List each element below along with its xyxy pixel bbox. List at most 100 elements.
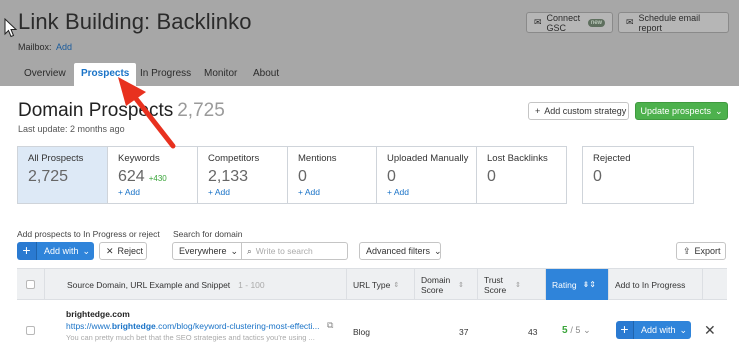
col-add-label: Add to In Progress — [615, 279, 686, 290]
url-rest: .com/blog/keyword-clustering-most-effect… — [155, 321, 320, 331]
col-domain-score[interactable]: Domain Score ⇕ — [415, 269, 478, 300]
card-uploaded-manually[interactable]: Uploaded Manually 0 + Add — [377, 147, 477, 203]
advanced-filters-label: Advanced filters — [366, 246, 431, 256]
app-header: Link Building: Backlinko Mailbox: Add ✉ … — [0, 0, 739, 86]
search-scope-value: Everywhere — [179, 246, 227, 256]
row-checkbox[interactable] — [26, 326, 35, 335]
url-domain: brightedge — [111, 321, 156, 331]
col-trust-score-label: Trust Score — [484, 274, 507, 295]
card-label: Lost Backlinks — [487, 153, 548, 164]
row-domain-score: 37 — [459, 327, 469, 337]
plus-icon: + — [535, 106, 541, 116]
add-with-label: Add with — [44, 246, 79, 256]
card-lost-backlinks[interactable]: Lost Backlinks 0 — [477, 147, 566, 203]
row-domain[interactable]: brightedge.com — [66, 309, 130, 319]
card-delta: +430 — [148, 174, 167, 183]
card-label: Uploaded Manually — [387, 153, 469, 164]
chevron-down-icon: ⌄ — [82, 245, 91, 256]
col-rating[interactable]: Rating ⇟⇕ — [546, 269, 609, 300]
card-competitors[interactable]: Competitors 2,133 + Add — [198, 147, 288, 203]
row-add-with-dropdown[interactable]: Add with ⌄ — [633, 321, 691, 339]
mailbox-label: Mailbox: — [18, 42, 52, 52]
search-input[interactable]: ⌕ Write to search — [242, 242, 348, 260]
tab-overview[interactable]: Overview — [24, 68, 66, 79]
rating-of: / 5 — [570, 325, 581, 335]
card-value: 0 — [487, 168, 496, 185]
chevron-down-icon: ⌄ — [715, 105, 723, 116]
card-value: 0 — [593, 168, 602, 185]
add-with-dropdown[interactable]: Add with ⌄ — [36, 242, 94, 260]
section-title-text: Domain Prospects — [18, 100, 174, 121]
mailbox-line: Mailbox: Add — [18, 42, 72, 52]
add-plus-button[interactable]: + — [17, 242, 36, 260]
col-domain-score-label: Domain Score — [421, 274, 451, 295]
last-update: Last update: 2 months ago — [18, 124, 125, 134]
card-label: All Prospects — [28, 153, 84, 164]
mouse-cursor-icon — [4, 18, 18, 38]
col-url-type-label: URL Type — [353, 279, 391, 290]
plus-icon: + — [22, 242, 31, 258]
sort-icon: ⇕ — [393, 281, 400, 289]
chevron-down-icon: ⌄ — [434, 245, 442, 256]
tab-about[interactable]: About — [253, 68, 279, 79]
card-mentions[interactable]: Mentions 0 + Add — [288, 147, 377, 203]
connect-gsc-label: Connect GSC — [546, 12, 581, 33]
col-url-type[interactable]: URL Type ⇕ — [347, 269, 415, 300]
chevron-down-icon: ⌄ — [230, 245, 239, 256]
reject-row-icon[interactable]: ✕ — [704, 322, 716, 339]
row-trust-score: 43 — [528, 327, 538, 337]
search-placeholder: Write to search — [255, 246, 313, 256]
search-domain-label: Search for domain — [173, 229, 243, 239]
card-value: 2,133 — [208, 168, 249, 185]
add-prospects-label: Add prospects to In Progress or reject — [17, 229, 160, 239]
select-all-checkbox[interactable] — [26, 280, 35, 289]
card-add-link[interactable]: + Add — [208, 187, 287, 197]
update-prospects-label: Update prospects — [640, 106, 711, 116]
card-label: Keywords — [118, 153, 160, 164]
card-add-link[interactable]: + Add — [387, 187, 476, 197]
reject-button[interactable]: ✕ Reject — [99, 242, 147, 260]
chevron-down-icon: ⌄ — [679, 324, 688, 335]
card-value: 0 — [387, 168, 396, 185]
row-add-with-label: Add with — [641, 325, 676, 335]
advanced-filters-button[interactable]: Advanced filters ⌄ — [359, 242, 442, 260]
row-rating[interactable]: 5 / 5 ⌄ — [562, 325, 591, 336]
tab-in-progress[interactable]: In Progress — [140, 68, 191, 79]
col-rating-label: Rating — [552, 279, 577, 290]
sort-icon: ⇕ — [458, 281, 464, 289]
add-custom-strategy-button[interactable]: + Add custom strategy — [528, 102, 629, 120]
schedule-email-button[interactable]: ✉ Schedule email report — [618, 12, 729, 33]
card-value-row: 624 +430 — [118, 168, 197, 186]
search-scope-select[interactable]: Everywhere ⌄ — [172, 242, 242, 260]
card-value: 0 — [298, 168, 307, 185]
url-prefix: https://www. — [66, 321, 112, 331]
row-add-plus-button[interactable]: + — [616, 321, 633, 339]
export-button[interactable]: ⇪ Export — [676, 242, 726, 260]
plus-icon: + — [620, 321, 629, 337]
close-icon: ✕ — [106, 245, 114, 256]
col-trust-score[interactable]: Trust Score ⇕ — [478, 269, 546, 300]
card-label: Competitors — [208, 153, 260, 164]
sort-desc-icon: ⇟⇕ — [582, 280, 596, 289]
connect-gsc-button[interactable]: ✉ Connect GSC new — [526, 12, 613, 33]
card-all-prospects[interactable]: All Prospects 2,725 — [18, 147, 108, 203]
tab-monitor[interactable]: Monitor — [204, 68, 237, 79]
card-value: 2,725 — [28, 168, 69, 185]
card-add-link[interactable]: + Add — [118, 187, 197, 197]
card-rejected[interactable]: Rejected 0 — [582, 146, 694, 204]
row-url-link[interactable]: https://www.brightedge.com/blog/keyword-… — [66, 321, 320, 331]
mail-icon: ✉ — [534, 17, 542, 27]
card-add-link[interactable]: + Add — [298, 187, 376, 197]
external-link-icon[interactable]: ⧉ — [327, 320, 333, 331]
mailbox-add-link[interactable]: Add — [56, 42, 72, 52]
update-prospects-button[interactable]: Update prospects ⌄ — [635, 102, 728, 120]
col-source: Source Domain, URL Example and Snippet 1… — [45, 269, 347, 300]
prospects-count: 2,725 — [177, 100, 225, 121]
prospect-category-cards: All Prospects 2,725 Keywords 624 +430 + A… — [17, 146, 567, 204]
card-keywords[interactable]: Keywords 624 +430 + Add — [108, 147, 198, 203]
col-add-to-in-progress: Add to In Progress — [609, 269, 703, 300]
mail-icon: ✉ — [626, 17, 634, 27]
search-icon: ⌕ — [247, 245, 252, 256]
tab-prospects[interactable]: Prospects — [74, 63, 137, 86]
card-value: 624 — [118, 168, 145, 185]
